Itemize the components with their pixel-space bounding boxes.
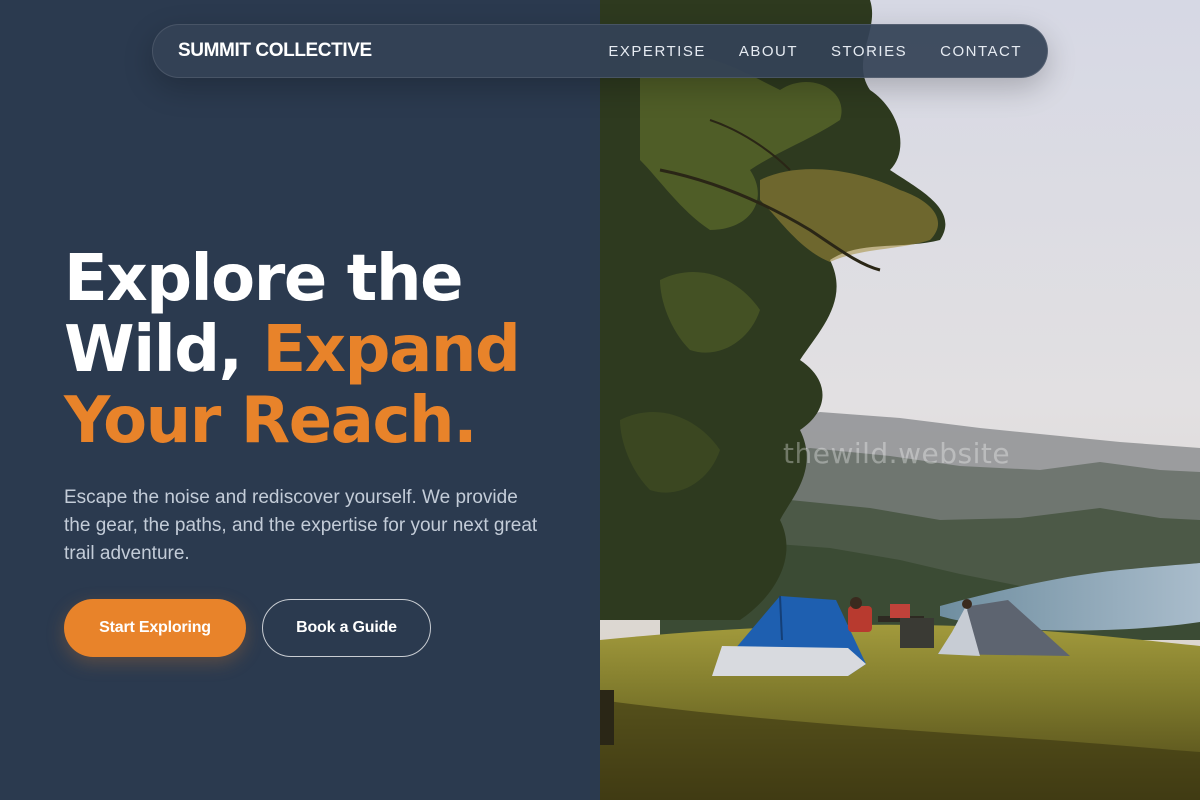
hero-description: Escape the noise and rediscover yourself… (64, 487, 538, 564)
nav-links: EXPERTISE ABOUT STORIES CONTACT (575, 43, 1022, 60)
nav-link-expertise[interactable]: EXPERTISE (608, 43, 705, 60)
book-a-guide-button[interactable]: Book a Guide (262, 599, 431, 657)
brand-logo[interactable]: SUMMIT COLLECTIVE (178, 40, 372, 62)
headline-line-1: Explore the (64, 242, 464, 316)
headline-line-2-accent: Expand (262, 313, 520, 387)
headline-line-3-accent: Your Reach. (64, 384, 478, 458)
hero-photo: thewild.website (600, 0, 1200, 800)
top-navigation: SUMMIT COLLECTIVE EXPERTISE ABOUT STORIE… (152, 24, 1048, 78)
nav-link-about[interactable]: ABOUT (739, 43, 798, 60)
hero-headline: Explore the Wild, Expand Your Reach. (64, 244, 584, 457)
headline-line-2-white: Wild, (64, 313, 263, 387)
camping-scene-illustration (600, 0, 1200, 800)
start-exploring-button[interactable]: Start Exploring (64, 599, 246, 657)
watermark-text: thewild.website (783, 437, 1011, 470)
nav-link-stories[interactable]: STORIES (831, 43, 907, 60)
nav-link-contact[interactable]: CONTACT (940, 43, 1022, 60)
